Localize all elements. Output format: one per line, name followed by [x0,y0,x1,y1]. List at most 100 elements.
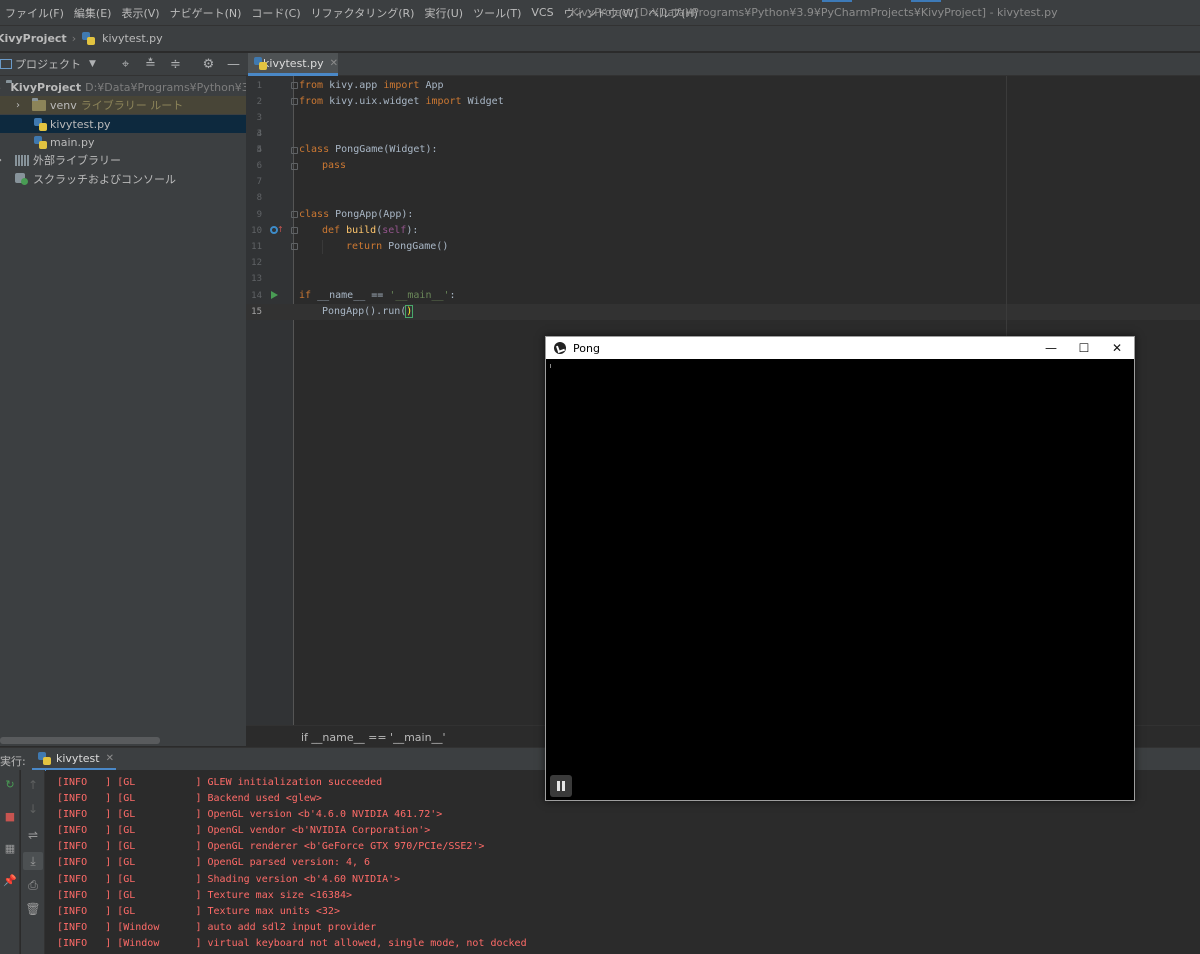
soft-wrap-icon[interactable]: ⇌ [21,828,45,842]
menu-code[interactable]: コード(C) [246,5,305,21]
tree-item-root[interactable]: ⌄ KivyProject D:¥Data¥Programs¥Python¥3.… [0,78,246,96]
chevron-right-icon[interactable]: › [0,155,6,166]
stop-icon[interactable]: ■ [0,810,20,823]
log-line: [INFO ] [GL ] OpenGL renderer <b'GeForce… [57,841,485,852]
code-token: pass [322,160,347,171]
code-line: return PongGame() [346,239,448,255]
project-panel-title[interactable]: プロジェクト [15,56,81,72]
menu-navigate[interactable]: ナビゲート(N) [165,5,247,21]
trash-icon[interactable]: 🗑 [21,902,45,916]
tree-item-venv[interactable]: › venv ライブラリー ルート [0,96,246,114]
log-line: [INFO ] [GL ] Texture max size <16384> [57,890,353,901]
line-number: 5 [256,145,262,155]
pong-window-title: Pong [573,341,600,355]
fold-icon[interactable] [291,82,298,89]
maximize-button[interactable]: ☐ [1067,337,1101,359]
close-button[interactable]: ✕ [1100,337,1134,359]
arrow-down-icon[interactable]: ↓ [21,802,45,816]
minimize-icon[interactable]: — [221,57,246,72]
code-token: self [382,225,407,236]
line-number: 12 [251,258,262,268]
code-token: import [383,80,420,91]
code-token: if [299,290,312,301]
code-token: def [322,225,341,236]
print-icon[interactable]: ⎙ [21,878,45,893]
close-icon[interactable]: ✕ [106,753,114,764]
chevron-down-icon[interactable]: ⌄ [0,82,2,93]
horizontal-scrollbar[interactable] [0,737,160,744]
python-file-icon [34,117,47,131]
python-file-icon [254,56,268,70]
tree-item-label: KivyProject [10,80,82,94]
title-accent [822,0,852,2]
line-number: 2 [256,97,262,107]
pong-window[interactable]: Pong — ☐ ✕ [545,336,1135,801]
gear-icon[interactable]: ⚙ [196,57,221,72]
fold-icon[interactable] [291,227,298,234]
code-line: if __name__ == '__main__': [299,288,456,304]
code-line: class PongApp(App): [299,207,413,223]
close-icon[interactable]: ✕ [330,58,338,69]
tree-item-label: kivytest.py [50,117,111,131]
minimize-button[interactable]: — [1034,337,1068,359]
fold-icon[interactable] [291,98,298,105]
code-line: PongApp().run() [322,304,414,320]
line-number: 13 [251,274,262,284]
log-line: [INFO ] [GL ] Backend used <glew> [57,793,322,804]
collapse-all-icon[interactable]: ≑ [163,57,188,72]
fold-icon[interactable] [291,163,298,170]
expand-all-icon[interactable]: ≛ [138,57,163,72]
fold-icon[interactable] [291,211,298,218]
run-tab[interactable]: kivytest ✕ [32,748,116,771]
menu-run[interactable]: 実行(U) [419,5,468,21]
pause-icon[interactable] [550,775,572,797]
project-tree: ⌄ KivyProject D:¥Data¥Programs¥Python¥3.… [0,76,246,746]
python-file-icon [38,751,51,765]
fold-icon[interactable] [291,147,298,154]
line-number: 3 [256,113,262,123]
pin-icon[interactable]: 📌 [0,874,20,887]
arrow-up-icon[interactable]: ↑ [21,778,45,792]
python-file-icon [34,135,47,149]
log-line: [INFO ] [GL ] OpenGL vendor <b'NVIDIA Co… [57,825,431,836]
log-line: [INFO ] [GL ] OpenGL parsed version: 4, … [57,857,371,868]
pong-canvas-mark [550,364,551,368]
crosshair-icon[interactable]: ⌖ [113,57,138,72]
code-token: kivy.uix.widget [323,96,426,107]
tree-item-label: venv [50,98,77,112]
rerun-icon[interactable]: ↻ [0,778,20,791]
nav-file[interactable]: kivytest.py [102,32,163,45]
menu-vcs[interactable]: VCS [526,6,558,19]
chevron-down-icon[interactable]: ▼ [89,59,96,69]
run-tools: ↑ ↓ ⇌ ⤓ ⎙ 🗑 [21,770,45,954]
run-gutter-icon[interactable] [271,291,278,299]
layout-icon[interactable]: ▦ [0,842,20,855]
tab-label: kivytest.py [263,56,324,70]
code-token: App [419,80,444,91]
line-number: 11 [251,242,262,252]
kivy-logo-icon [554,342,566,354]
line-number: 4 [256,129,262,139]
chevron-right-icon[interactable]: › [12,100,24,111]
menu-edit[interactable]: 編集(E) [69,5,117,21]
scroll-to-end-icon[interactable]: ⤓ [23,852,43,870]
fold-icon[interactable] [291,243,298,250]
tree-item-scratches[interactable]: スクラッチおよびコンソール [0,170,246,188]
tab-kivytest[interactable]: kivytest.py ✕ [248,53,338,76]
code-token: __name__ == [311,290,390,301]
tree-item-main[interactable]: main.py [0,133,246,151]
log-line: [INFO ] [GL ] OpenGL version <b'4.6.0 NV… [57,809,443,820]
menu-refactor[interactable]: リファクタリング(R) [306,5,420,21]
tree-item-path: D:¥Data¥Programs¥Python¥3.9¥P [85,80,246,94]
code-token: import [425,96,462,107]
pong-titlebar[interactable]: Pong — ☐ ✕ [546,337,1134,359]
tree-item-label: main.py [50,135,95,149]
line-number: 7 [256,177,262,187]
menu-tools[interactable]: ツール(T) [468,5,526,21]
menu-view[interactable]: 表示(V) [116,5,164,21]
tree-item-external-libs[interactable]: › 外部ライブラリー [0,151,246,169]
breadcrumb-item[interactable]: if __name__ == '__main__' [301,731,446,744]
tree-item-kivytest[interactable]: kivytest.py [0,115,246,133]
nav-project[interactable]: KivyProject [0,32,67,45]
menu-file[interactable]: ファイル(F) [0,5,69,21]
